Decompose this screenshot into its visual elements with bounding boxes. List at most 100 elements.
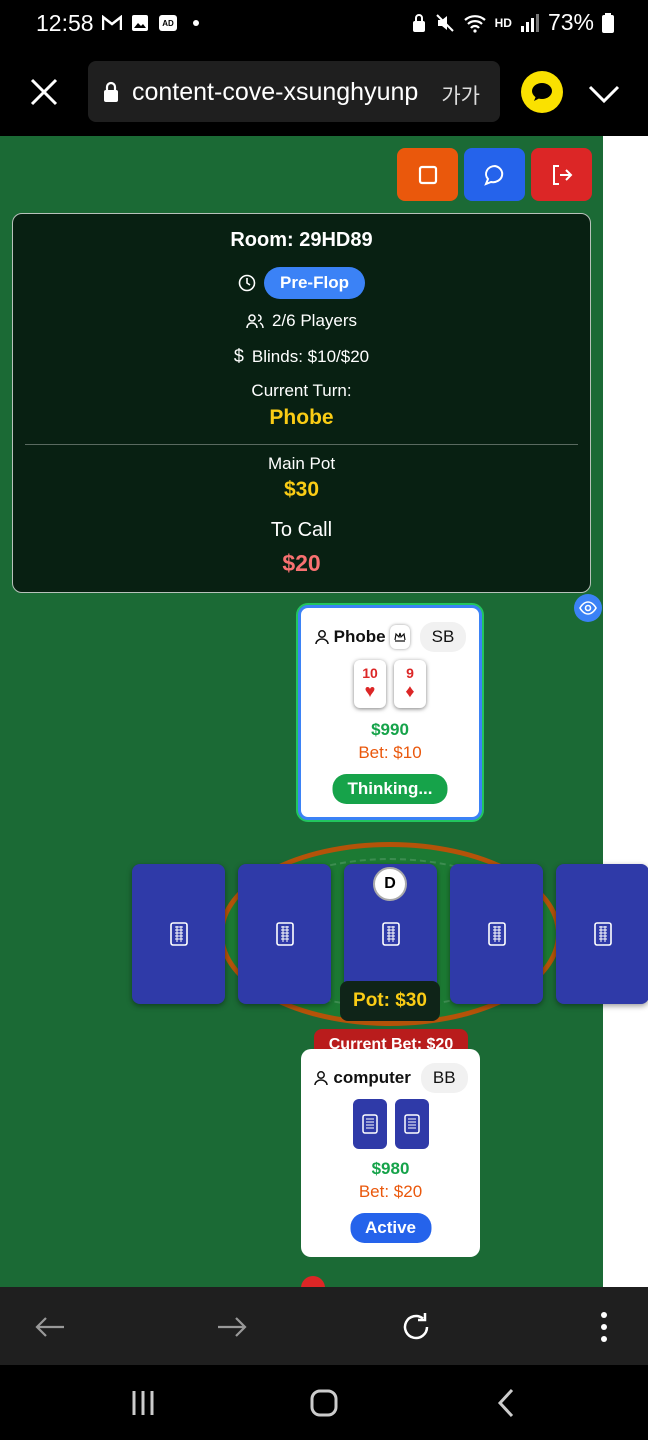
home-icon xyxy=(310,1389,338,1417)
room-title: Room: 29HD89 xyxy=(230,229,373,251)
phase-row: Pre-Flop xyxy=(13,267,590,299)
hidden-card xyxy=(352,1099,387,1149)
player-name: Phobe xyxy=(333,627,386,646)
community-card-slot xyxy=(556,864,648,1004)
player-card-phobe: Phobe SB 10 ♥ 9 ♦ $990 Bet: $10 Thinking… xyxy=(298,605,482,820)
status-bar: 12:58 AD HD 73% xyxy=(0,0,648,48)
community-card-slot xyxy=(450,864,543,1004)
close-tab-button[interactable] xyxy=(26,74,62,110)
players-count: 2/6 Players xyxy=(271,311,358,330)
mute-icon xyxy=(435,13,454,32)
gmail-icon xyxy=(102,13,122,33)
menu-dropdown-button[interactable] xyxy=(586,76,622,112)
status-time: 12:58 xyxy=(36,10,94,36)
hole-card: 10 ♥ xyxy=(354,660,386,708)
stop-icon xyxy=(418,165,437,184)
ad-icon: AD xyxy=(158,13,178,33)
home-button[interactable] xyxy=(304,1383,344,1423)
main-pot-label: Main Pot xyxy=(267,454,336,473)
kakao-chat-icon xyxy=(532,83,552,101)
system-back-button[interactable] xyxy=(486,1383,526,1423)
lock-screen-icon xyxy=(412,13,425,32)
wifi-icon xyxy=(463,14,486,33)
red-chip xyxy=(301,1276,325,1287)
chevron-down-icon xyxy=(588,85,620,104)
hole-cards xyxy=(301,1099,480,1149)
player-name: computer xyxy=(333,1068,411,1087)
player-header: Phobe SB xyxy=(301,622,479,652)
poker-felt: Room: 29HD89 Pre-Flop 2/6 Players $ Blin… xyxy=(0,136,648,1287)
blinds-row: $ Blinds: $10/$20 xyxy=(13,346,590,367)
stop-button[interactable] xyxy=(397,148,458,201)
card-rank: 10 xyxy=(362,665,378,681)
users-icon xyxy=(246,314,264,329)
current-turn-label: Current Turn: xyxy=(251,381,352,400)
current-turn-name: Phobe xyxy=(269,406,334,429)
card-back-icon xyxy=(593,922,612,946)
to-call-label: To Call xyxy=(270,519,333,541)
url-bar[interactable]: content-cove-xsunghyunp 가가 xyxy=(88,61,500,122)
card-back-icon xyxy=(487,922,506,946)
game-info-panel: Room: 29HD89 Pre-Flop 2/6 Players $ Blin… xyxy=(12,213,591,593)
clock-icon xyxy=(238,274,256,292)
card-rank: 9 xyxy=(406,665,414,681)
card-suit: ♦ xyxy=(405,681,415,701)
more-options-button[interactable] xyxy=(584,1307,624,1347)
player-card-computer: computer BB $980 Bet: $20 Active xyxy=(301,1049,480,1257)
forward-button[interactable] xyxy=(212,1307,252,1347)
system-back-icon xyxy=(497,1388,514,1418)
lock-icon xyxy=(104,81,118,102)
svg-text:AD: AD xyxy=(162,19,174,28)
forward-arrow-icon xyxy=(218,1317,247,1337)
community-card-slot xyxy=(132,864,225,1004)
player-bet: Bet: $10 xyxy=(358,743,422,762)
back-arrow-icon xyxy=(35,1317,64,1337)
hole-cards: 10 ♥ 9 ♦ xyxy=(301,660,479,708)
leave-room-button[interactable] xyxy=(531,148,592,201)
card-back-icon xyxy=(169,922,188,946)
kakao-chat-button[interactable] xyxy=(521,71,563,113)
main-pot-value: $30 xyxy=(283,478,320,501)
player-bet: Bet: $20 xyxy=(358,1182,423,1201)
refresh-button[interactable] xyxy=(396,1307,436,1347)
recent-apps-icon xyxy=(132,1391,154,1415)
player-stack: $990 xyxy=(371,720,409,739)
player-status-badge: Thinking... xyxy=(332,774,448,804)
user-icon xyxy=(314,630,329,645)
url-text: content-cove-xsunghyunp xyxy=(132,78,419,106)
blinds-text: Blinds: $10/$20 xyxy=(251,346,370,366)
browser-toolbar: content-cove-xsunghyunp 가가 xyxy=(0,48,648,136)
text-size-button[interactable]: 가가 xyxy=(441,80,480,110)
web-page: Room: 29HD89 Pre-Flop 2/6 Players $ Blin… xyxy=(0,136,648,1287)
view-toggle-button[interactable] xyxy=(574,594,602,622)
player-header: computer BB xyxy=(301,1063,480,1093)
divider xyxy=(25,444,578,445)
more-icon xyxy=(601,1312,607,1342)
dealer-button: D xyxy=(373,867,407,901)
crown-icon xyxy=(389,625,410,649)
user-icon xyxy=(314,1071,329,1086)
to-call-value: $20 xyxy=(282,550,321,576)
close-icon xyxy=(30,78,58,106)
system-status: HD 73% xyxy=(411,9,614,36)
card-suit: ♥ xyxy=(364,681,376,701)
position-badge: BB xyxy=(420,1063,468,1093)
refresh-icon xyxy=(403,1313,429,1340)
players-count-row: 2/6 Players xyxy=(13,311,590,331)
community-card-slot xyxy=(238,864,331,1004)
recent-apps-button[interactable] xyxy=(123,1383,163,1423)
battery-icon xyxy=(602,12,614,33)
position-badge: SB xyxy=(419,622,467,652)
chat-button[interactable] xyxy=(464,148,525,201)
dollar-icon: $ xyxy=(233,346,244,366)
eye-icon xyxy=(579,601,597,615)
logout-icon xyxy=(552,164,572,185)
system-navigation-bar xyxy=(0,1365,648,1440)
table-pot: Pot: $30 xyxy=(340,981,440,1021)
card-back-icon xyxy=(361,1114,378,1134)
back-button[interactable] xyxy=(30,1307,70,1347)
player-status-badge: Active xyxy=(349,1213,432,1243)
card-back-icon xyxy=(381,922,400,946)
hd-voice-label: HD xyxy=(494,15,512,30)
hidden-card xyxy=(394,1099,429,1149)
